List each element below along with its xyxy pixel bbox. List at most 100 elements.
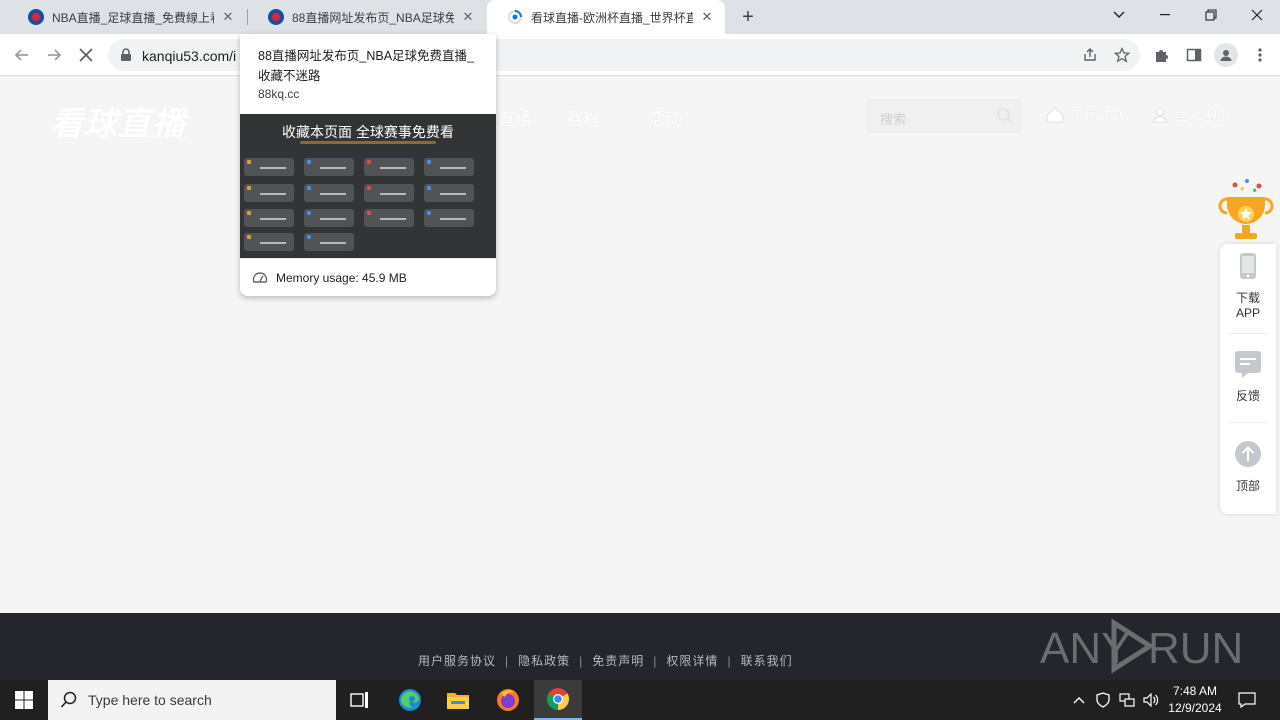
floating-side-panel: 下载 APP 反馈 顶部 — [1220, 244, 1276, 514]
search-icon — [60, 691, 77, 708]
tray-volume-button[interactable] — [1140, 680, 1162, 720]
tab-kanqiu-live[interactable]: 看球直播-欧洲杯直播_世界杯直播 ✕ — [487, 0, 725, 34]
taskbar-clock[interactable]: 7:48 AM 12/9/2024 — [1160, 683, 1230, 717]
tab-search-button[interactable] — [1096, 0, 1142, 30]
tab-title: 看球直播-欧洲杯直播_世界杯直播 — [531, 10, 693, 25]
tab-close-icon[interactable]: ✕ — [699, 9, 715, 25]
file-explorer-taskbar-app[interactable] — [434, 680, 482, 720]
edge-taskbar-app[interactable] — [386, 680, 434, 720]
search-icon[interactable] — [996, 107, 1014, 125]
share-icon[interactable] — [1082, 47, 1098, 63]
login-register-link[interactable]: 登录注册 — [1152, 105, 1226, 124]
feedback-icon — [1235, 351, 1261, 378]
firefox-taskbar-app[interactable] — [484, 680, 532, 720]
side-panel-icon[interactable] — [1184, 45, 1204, 65]
tray-defender-button[interactable] — [1092, 680, 1114, 720]
shield-icon — [1096, 692, 1110, 708]
close-window-button[interactable] — [1234, 0, 1280, 30]
footer-link-privacy[interactable]: 隐私政策 — [518, 654, 570, 668]
thumbnail-heading: 收藏本页面 全球赛事免费看 — [282, 124, 454, 140]
windows-taskbar: Type here to search 7:48 AM 12/9/2024 — [0, 680, 1280, 720]
nba-favicon-icon — [268, 9, 284, 25]
tray-network-button[interactable] — [1116, 680, 1138, 720]
chrome-taskbar-app[interactable] — [534, 680, 582, 720]
svg-text:RUN: RUN — [1148, 624, 1240, 673]
restore-button[interactable] — [1188, 0, 1234, 30]
thumbnail-card — [244, 233, 294, 251]
profile-avatar-icon[interactable] — [1214, 43, 1238, 67]
hover-card-memory: Memory usage: 45.9 MB — [240, 258, 496, 296]
side-download-app[interactable]: 下载 APP — [1220, 252, 1276, 320]
tab-hover-card: 88直播网址发布页_NBA足球免费直播_收藏不迷路 88kq.cc 收藏本页面 … — [240, 34, 496, 296]
taskbar-search-input[interactable]: Type here to search — [48, 680, 336, 720]
thumbnail-card — [304, 233, 354, 251]
footer-link-terms[interactable]: 用户服务协议 — [418, 654, 496, 668]
trophy-icon[interactable] — [1217, 177, 1275, 245]
hover-card-thumbnail: 收藏本页面 全球赛事免费看 — [240, 114, 496, 258]
side-divider — [1228, 333, 1268, 334]
tab-close-icon[interactable]: ✕ — [460, 9, 476, 25]
nav-events[interactable]: 活动 — [648, 105, 682, 130]
thumbnail-card — [244, 158, 294, 176]
side-download-line2: APP — [1235, 306, 1260, 320]
url-text[interactable]: kanqiu53.com/i — [142, 48, 236, 64]
thumbnail-subtitle-line — [300, 141, 436, 144]
speaker-icon — [1143, 693, 1159, 707]
arrow-up-icon — [1235, 441, 1261, 467]
tab-title: NBA直播_足球直播_免費線上看 — [52, 10, 214, 25]
task-view-icon — [350, 692, 368, 708]
close-icon — [79, 48, 93, 62]
download-app-link[interactable]: 下载APP — [1046, 105, 1122, 124]
nav-live[interactable]: 直播 — [498, 105, 532, 130]
extensions-puzzle-icon[interactable] — [1152, 45, 1172, 65]
tab-88-live[interactable]: 88直播网址发布页_NBA足球免费 ✕ — [248, 0, 486, 34]
site-footer: 用户服务协议 | 隐私政策 | 免责声明 | 权限详情 | 联系我们 ANY RUN — [0, 613, 1280, 680]
footer-link-permissions[interactable]: 权限详情 — [666, 654, 718, 668]
nav-schedule[interactable]: 赛程 — [566, 105, 600, 130]
page-content: 看球直播 kanqiu.com 直播 赛程 活动 搜索 下载APP 登录注册 下… — [0, 77, 1280, 680]
network-icon — [1119, 693, 1135, 707]
edge-browser-icon — [399, 689, 421, 711]
minimize-icon — [1160, 14, 1170, 16]
menu-kebab-icon[interactable] — [1250, 45, 1270, 65]
side-feedback[interactable]: 反馈 — [1220, 350, 1276, 404]
footer-separator: | — [727, 654, 732, 668]
task-view-button[interactable] — [336, 680, 384, 720]
chevron-down-icon — [1113, 11, 1125, 18]
stop-loading-button[interactable] — [74, 43, 98, 67]
loading-favicon-icon — [507, 9, 523, 25]
thumbnail-card — [304, 209, 354, 227]
download-app-label: 下载APP — [1070, 108, 1123, 123]
tab-close-icon[interactable]: ✕ — [220, 9, 236, 25]
search-placeholder: 搜索 — [880, 112, 907, 127]
memory-gauge-icon — [252, 272, 268, 283]
tray-overflow-button[interactable] — [1068, 680, 1090, 720]
user-icon — [1152, 107, 1168, 122]
tab-title: 88直播网址发布页_NBA足球免费 — [292, 10, 454, 25]
forward-button[interactable] — [42, 43, 66, 67]
thumbnail-card — [304, 184, 354, 202]
footer-separator: | — [579, 654, 584, 668]
footer-link-disclaimer[interactable]: 免责声明 — [592, 654, 644, 668]
side-top-label: 顶部 — [1235, 479, 1260, 493]
site-logo[interactable]: 看球直播 kanqiu.com — [50, 97, 210, 143]
thumbnail-card — [244, 184, 294, 202]
start-button[interactable] — [0, 680, 48, 720]
tab-nba-live[interactable]: NBA直播_足球直播_免費線上看 ✕ — [8, 0, 246, 34]
back-button[interactable] — [10, 43, 34, 67]
new-tab-button[interactable]: + — [737, 6, 759, 28]
footer-separator: | — [653, 654, 658, 668]
thumbnail-card — [424, 158, 474, 176]
lock-icon[interactable] — [120, 48, 132, 62]
arrow-right-icon — [48, 49, 62, 61]
bookmark-star-icon[interactable] — [1114, 47, 1130, 63]
site-search-input[interactable]: 搜索 — [866, 99, 1022, 133]
notification-center-button[interactable] — [1232, 680, 1262, 720]
side-back-to-top[interactable]: 顶部 — [1220, 440, 1276, 494]
minimize-button[interactable] — [1142, 0, 1188, 30]
nba-favicon-icon — [28, 9, 44, 25]
arrow-left-icon — [14, 49, 28, 61]
footer-link-contact[interactable]: 联系我们 — [741, 654, 793, 668]
notification-icon — [1238, 692, 1256, 708]
footer-links: 用户服务协议 | 隐私政策 | 免责声明 | 权限详情 | 联系我们 — [418, 652, 793, 669]
